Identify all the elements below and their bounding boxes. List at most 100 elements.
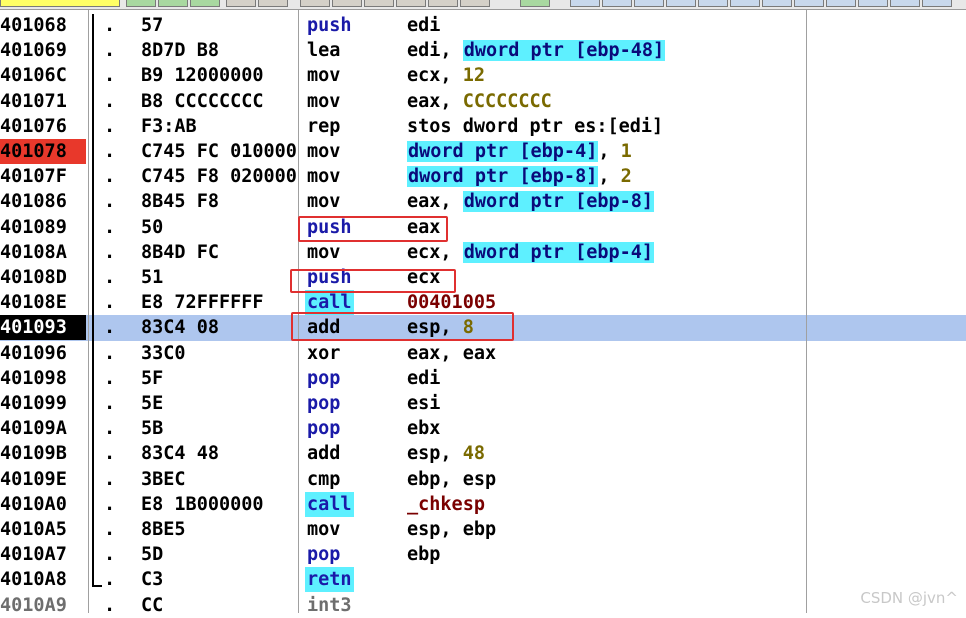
- disasm-row[interactable]: 40106C. B9 12000000 mov ecx, 12: [0, 63, 966, 88]
- address-cell[interactable]: 40108E: [0, 290, 86, 315]
- address-cell[interactable]: 401068: [0, 13, 86, 38]
- disasm-row[interactable]: 4010A7. 5D pop ebp: [0, 542, 966, 567]
- hex-bytes-cell[interactable]: C745 F8 0200000: [141, 164, 299, 189]
- operands-cell[interactable]: _chkesp: [407, 492, 485, 517]
- toolbar-button[interactable]: [634, 0, 664, 7]
- disasm-row[interactable]: 401096. 33C0 xor eax, eax: [0, 341, 966, 366]
- disasm-row[interactable]: 401068. 57 push edi: [0, 13, 966, 38]
- address-cell[interactable]: 401069: [0, 38, 86, 63]
- toolbar-button[interactable]: [698, 0, 728, 7]
- disasm-row[interactable]: 40108A. 8B4D FC mov ecx, dword ptr [ebp-4]: [0, 240, 966, 265]
- mnemonic-cell[interactable]: pop: [305, 542, 342, 567]
- hex-bytes-cell[interactable]: CC: [141, 593, 299, 618]
- operands-cell[interactable]: dword ptr [ebp-4], 1: [407, 139, 632, 164]
- hex-bytes-cell[interactable]: 8D7D B8: [141, 38, 299, 63]
- mnemonic-cell[interactable]: retn: [305, 567, 354, 593]
- mnemonic-cell[interactable]: mov: [305, 63, 342, 88]
- operands-cell[interactable]: esp, 48: [407, 441, 485, 466]
- mnemonic-cell[interactable]: call: [305, 491, 354, 517]
- toolbar-button[interactable]: [730, 0, 760, 7]
- address-cell[interactable]: 4010A8: [0, 567, 86, 592]
- disasm-row[interactable]: 40109E. 3BEC cmp ebp, esp: [0, 467, 966, 492]
- address-cell[interactable]: 40109A: [0, 416, 86, 441]
- hex-bytes-cell[interactable]: 3BEC: [141, 467, 299, 492]
- operands-cell[interactable]: ebx: [407, 416, 440, 441]
- toolbar-button[interactable]: [364, 0, 394, 7]
- hex-bytes-cell[interactable]: C3: [141, 567, 299, 592]
- hex-bytes-cell[interactable]: 57: [141, 13, 299, 38]
- hex-bytes-cell[interactable]: B8 CCCCCCCC: [141, 89, 299, 114]
- hex-bytes-cell[interactable]: 50: [141, 215, 299, 240]
- disasm-row[interactable]: 401069. 8D7D B8 lea edi, dword ptr [ebp-48]: [0, 38, 966, 63]
- mnemonic-cell[interactable]: cmp: [305, 467, 342, 492]
- mnemonic-cell[interactable]: mov: [305, 89, 342, 114]
- toolbar-button[interactable]: [826, 0, 856, 7]
- disasm-row[interactable]: 40109B. 83C4 48 add esp, 48: [0, 441, 966, 466]
- toolbar-button[interactable]: [258, 0, 288, 7]
- toolbar-button[interactable]: [922, 0, 952, 7]
- disasm-row[interactable]: 401099. 5E pop esi: [0, 391, 966, 416]
- hex-bytes-cell[interactable]: 8B45 F8: [141, 189, 299, 214]
- mnemonic-cell[interactable]: int3: [305, 593, 354, 618]
- mnemonic-cell[interactable]: rep: [305, 114, 342, 139]
- hex-bytes-cell[interactable]: 8BE5: [141, 517, 299, 542]
- mnemonic-cell[interactable]: add: [305, 441, 342, 466]
- disasm-row[interactable]: 401086. 8B45 F8 mov eax, dword ptr [ebp-8]: [0, 189, 966, 214]
- mnemonic-cell[interactable]: mov: [305, 189, 342, 214]
- address-cell[interactable]: 40108A: [0, 240, 86, 265]
- hex-bytes-cell[interactable]: 33C0: [141, 341, 299, 366]
- operands-cell[interactable]: ecx, dword ptr [ebp-4]: [407, 240, 655, 265]
- toolbar-button[interactable]: [226, 0, 256, 7]
- toolbar-button[interactable]: [602, 0, 632, 7]
- disasm-row[interactable]: 401076. F3:AB rep stos dword ptr es:[edi]: [0, 114, 966, 139]
- operands-cell[interactable]: dword ptr [ebp-8], 2: [407, 164, 632, 189]
- mnemonic-cell[interactable]: mov: [305, 164, 342, 189]
- operands-cell[interactable]: ecx, 12: [407, 63, 485, 88]
- hex-bytes-cell[interactable]: C745 FC 0100000: [141, 139, 299, 164]
- address-cell[interactable]: 40108D: [0, 265, 86, 290]
- disasm-row[interactable]: 4010A9. CC int3: [0, 593, 966, 618]
- toolbar-button[interactable]: [570, 0, 600, 7]
- hex-bytes-cell[interactable]: 5D: [141, 542, 299, 567]
- hex-bytes-cell[interactable]: B9 12000000: [141, 63, 299, 88]
- toolbar-button[interactable]: [300, 0, 330, 7]
- hex-bytes-cell[interactable]: 8B4D FC: [141, 240, 299, 265]
- toolbar-button[interactable]: [158, 0, 188, 7]
- address-cell[interactable]: 40107F: [0, 164, 86, 189]
- mnemonic-cell[interactable]: mov: [305, 139, 342, 164]
- operands-cell[interactable]: eax, eax: [407, 341, 496, 366]
- operands-cell[interactable]: edi, dword ptr [ebp-48]: [407, 38, 666, 63]
- address-cell[interactable]: 40106C: [0, 63, 86, 88]
- address-cell[interactable]: 401071: [0, 89, 86, 114]
- column-divider-address[interactable]: [88, 10, 89, 613]
- hex-bytes-cell[interactable]: 5E: [141, 391, 299, 416]
- mnemonic-cell[interactable]: xor: [305, 341, 342, 366]
- toolbar-button[interactable]: [332, 0, 362, 7]
- toolbar-button[interactable]: [396, 0, 426, 7]
- hex-bytes-cell[interactable]: 83C4 48: [141, 441, 299, 466]
- address-cell[interactable]: 401089: [0, 215, 86, 240]
- hex-bytes-cell[interactable]: E8 1B000000: [141, 492, 299, 517]
- disasm-row[interactable]: 401098. 5F pop edi: [0, 366, 966, 391]
- hex-bytes-cell[interactable]: 5B: [141, 416, 299, 441]
- toolbar-button[interactable]: [0, 0, 120, 7]
- hex-bytes-cell[interactable]: E8 72FFFFFF: [141, 290, 299, 315]
- operands-cell[interactable]: ebp: [407, 542, 440, 567]
- toolbar-button[interactable]: [762, 0, 792, 7]
- toolbar-button[interactable]: [428, 0, 458, 7]
- mnemonic-cell[interactable]: mov: [305, 517, 342, 542]
- hex-bytes-cell[interactable]: F3:AB: [141, 114, 299, 139]
- toolbar-button[interactable]: [858, 0, 888, 7]
- address-cell[interactable]: 4010A5: [0, 517, 86, 542]
- address-cell[interactable]: 401086: [0, 189, 86, 214]
- mnemonic-cell[interactable]: pop: [305, 366, 342, 391]
- toolbar-button[interactable]: [190, 0, 220, 7]
- toolbar-button[interactable]: [126, 0, 156, 7]
- address-cell[interactable]: 40109B: [0, 441, 86, 466]
- disasm-row[interactable]: 401078. C745 FC 0100000 mov dword ptr [ebp-…: [0, 139, 966, 164]
- toolbar-button[interactable]: [460, 0, 490, 7]
- toolbar-button[interactable]: [890, 0, 920, 7]
- address-cell[interactable]: 40109E: [0, 467, 86, 492]
- toolbar-button[interactable]: [520, 0, 550, 7]
- disasm-row[interactable]: 40107F. C745 F8 0200000 mov dword ptr [ebp-…: [0, 164, 966, 189]
